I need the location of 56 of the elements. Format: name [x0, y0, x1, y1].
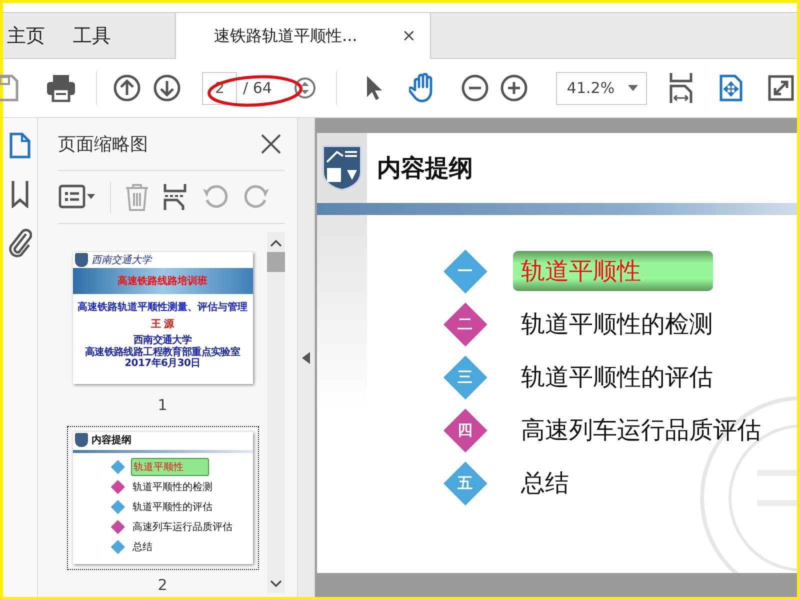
page-stepper-icon[interactable] — [294, 77, 316, 99]
scrollbar[interactable] — [267, 232, 285, 593]
logo-icon — [74, 253, 88, 267]
zoom-out-icon[interactable] — [460, 74, 489, 102]
scroll-thumb[interactable] — [267, 252, 285, 272]
tab[interactable]: 工具 — [59, 13, 125, 58]
university-name: 西南交通大学 — [92, 254, 152, 267]
collapse-panel-icon[interactable] — [302, 352, 310, 364]
outline-item: 总结 — [132, 540, 154, 554]
next-page-icon[interactable] — [153, 74, 181, 102]
outline-item: 高速列车运行品质评估 — [520, 415, 762, 446]
outline-item: 轨道平顺性 — [130, 458, 208, 476]
options-icon[interactable] — [58, 184, 96, 210]
outline-item: 总结 — [520, 468, 570, 499]
tab-label[interactable]: 速铁路轨道平顺性... — [214, 26, 358, 46]
slide-heading: 内容提纲 — [92, 433, 132, 447]
affiliation-line: 高速铁路线路工程教育部重点实验室 — [84, 346, 240, 358]
page-count: / 64 — [243, 79, 272, 97]
outline-item: 轨道平顺性的评估 — [132, 500, 214, 514]
caret-icon — [628, 85, 638, 91]
slide-title: 内容提纲 — [377, 153, 473, 184]
insert-page-icon[interactable] — [163, 183, 187, 211]
page-number-label: 1 — [158, 396, 168, 414]
zoom-in-icon[interactable] — [500, 74, 528, 102]
panel-title: 页面缩略图 — [58, 133, 148, 156]
fit-page-icon[interactable] — [718, 74, 743, 102]
outline-item: 轨道平顺性的评估 — [520, 362, 714, 393]
outline-item: 高速列车运行品质评估 — [132, 520, 234, 534]
university-logo-icon — [321, 144, 363, 192]
print-icon[interactable] — [46, 74, 76, 102]
zoom-dropdown[interactable]: 41.2% — [556, 72, 647, 104]
bookmark-icon[interactable] — [11, 180, 29, 208]
scroll-down-icon[interactable] — [270, 579, 282, 589]
save-icon[interactable] — [0, 74, 19, 102]
page-thumbnail[interactable]: 内容提纲 轨道平顺性 轨道平顺性的检测 轨道平顺性的评估 高速列车运行品质评估 总结 — [66, 426, 258, 570]
page-icon[interactable] — [9, 132, 31, 160]
outline-item: 轨道平顺性 — [513, 251, 713, 291]
banner-title: 高速铁路线路培训班 — [118, 274, 208, 288]
author-name: 王 源 — [150, 318, 174, 331]
close-icon[interactable] — [261, 134, 281, 154]
tab[interactable]: 速铁路轨道平顺性... × — [175, 13, 431, 59]
page-number-label: 2 — [158, 576, 168, 594]
affiliation-line: 2017年6月30日 — [124, 358, 200, 370]
slide-heading: 高速铁路轨道平顺性测量、评估与管理 — [78, 300, 248, 314]
paperclip-icon[interactable] — [8, 228, 32, 258]
tab[interactable]: 主页 — [0, 13, 59, 58]
logo-icon — [74, 433, 88, 447]
scroll-up-icon[interactable] — [270, 238, 282, 248]
previous-page-icon[interactable] — [113, 74, 141, 102]
affiliation-line: 西南交通大学 — [133, 335, 192, 346]
full-screen-icon[interactable] — [768, 75, 794, 101]
outline-item: 轨道平顺性的检测 — [520, 309, 714, 340]
fit-width-icon[interactable] — [668, 72, 693, 104]
outline-item: 轨道平顺性的检测 — [132, 480, 214, 494]
pointer-icon[interactable] — [364, 75, 383, 101]
close-tab-button[interactable]: × — [400, 26, 418, 46]
